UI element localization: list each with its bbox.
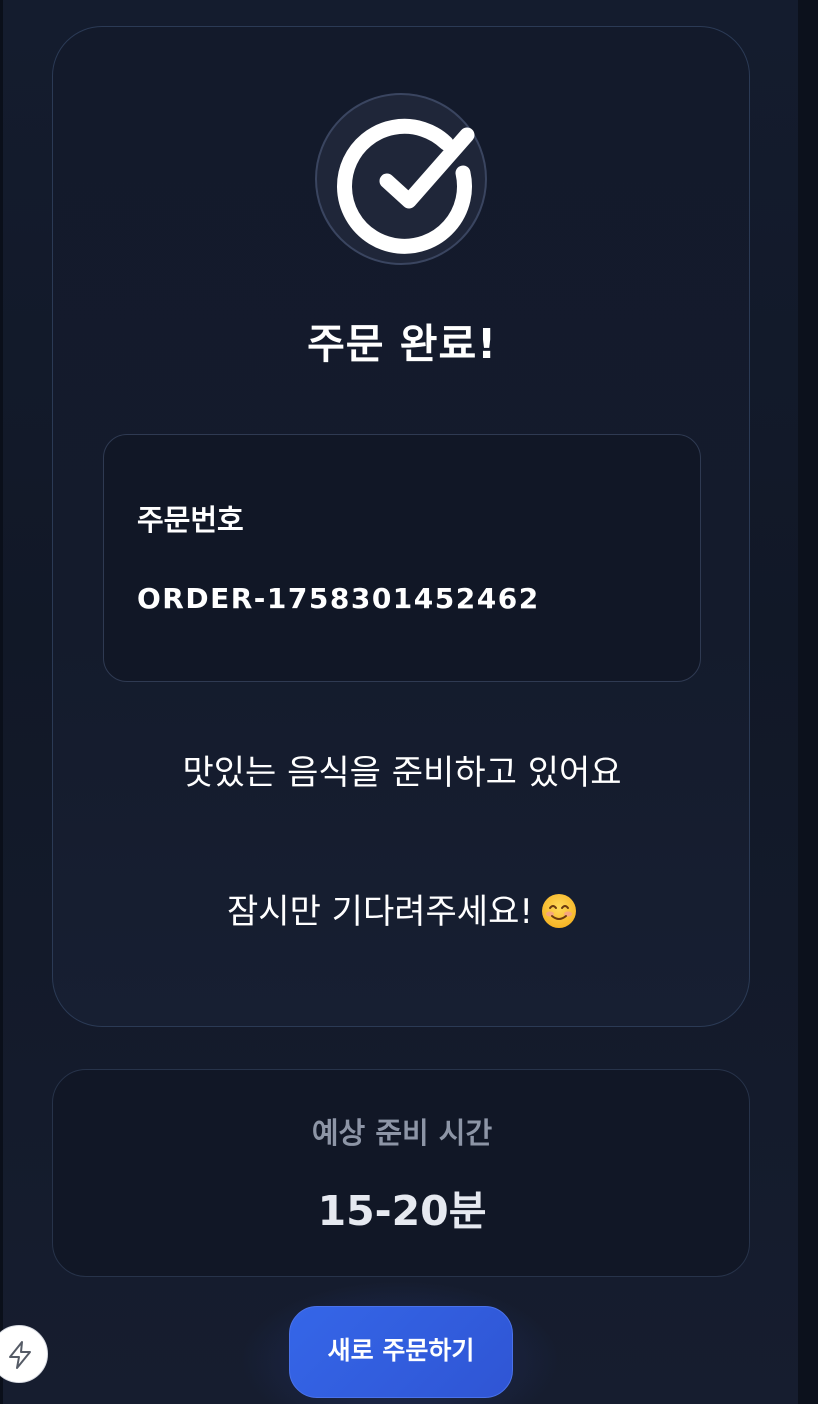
wait-message-text: 잠시만 기다려주세요!	[227, 892, 533, 932]
order-number-label: 주문번호	[137, 503, 244, 537]
check-mark-icon	[337, 118, 475, 254]
order-complete-screen: 주문 완료! 주문번호 ORDER-1758301452462 맛있는 음식을 …	[0, 0, 818, 1404]
left-divider	[0, 0, 3, 1404]
page-title: 주문 완료!	[307, 320, 497, 368]
preparing-message: 맛있는 음식을 준비하고 있어요	[182, 753, 622, 793]
order-confirmation-card: 주문 완료! 주문번호 ORDER-1758301452462 맛있는 음식을 …	[52, 26, 750, 1027]
prep-time-card: 예상 준비 시간 15-20분	[52, 1069, 750, 1277]
order-number-box: 주문번호 ORDER-1758301452462	[103, 434, 701, 682]
right-scrollbar-track	[798, 0, 818, 1404]
new-order-button[interactable]: 새로 주문하기	[289, 1306, 513, 1398]
smiling-face-icon	[541, 894, 576, 928]
prep-time-value: 15-20분	[317, 1187, 487, 1235]
quick-action-button[interactable]	[0, 1325, 48, 1383]
wait-message: 잠시만 기다려주세요!	[53, 884, 751, 933]
prep-time-label: 예상 준비 시간	[311, 1116, 493, 1150]
lightning-bolt-icon	[9, 1341, 31, 1369]
order-number-value: ORDER-1758301452462	[137, 582, 540, 615]
check-circle-icon	[315, 93, 487, 265]
